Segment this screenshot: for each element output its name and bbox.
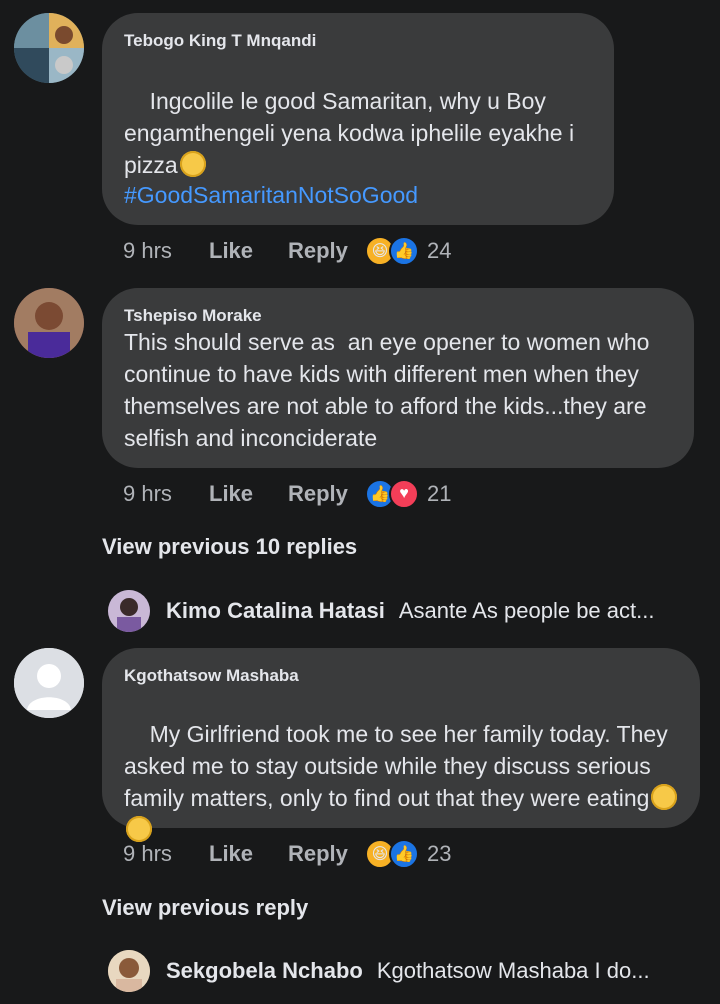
- flushed-face-emoji-icon: [179, 151, 206, 177]
- reply-button[interactable]: Reply: [288, 238, 348, 264]
- comment-author[interactable]: Tshepiso Morake: [124, 306, 262, 326]
- comment-text-body: My Girlfriend took me to see her family …: [124, 721, 675, 811]
- like-button[interactable]: Like: [209, 238, 253, 264]
- reply-preview-text: Asante As people be act...: [398, 598, 655, 623]
- comment-author[interactable]: Kgothatsow Mashaba: [124, 666, 299, 686]
- comment-actions: 9 hrs Like Reply 😆 👍 24: [123, 234, 583, 268]
- reaction-count: 24: [427, 238, 452, 263]
- crying-face-emoji-icon: [651, 784, 678, 810]
- avatar[interactable]: [14, 648, 84, 718]
- comment-author[interactable]: Tebogo King T Mnqandi: [124, 31, 316, 51]
- avatar-photo: [108, 950, 150, 992]
- reactions-summary[interactable]: 😆 👍 24: [365, 236, 451, 266]
- reactions-summary[interactable]: 👍 ♥ 21: [365, 479, 451, 509]
- avatar[interactable]: [14, 288, 84, 358]
- view-previous-replies-link[interactable]: View previous reply: [102, 895, 308, 921]
- default-avatar-icon: [14, 648, 84, 718]
- hashtag-link[interactable]: #GoodSamaritanNotSoGood: [124, 179, 594, 211]
- reactions-summary[interactable]: 😆 👍 23: [365, 839, 451, 869]
- comment-actions: 9 hrs Like Reply 😆 👍 23: [123, 837, 583, 871]
- heart-icon: ♥: [389, 479, 419, 509]
- timestamp[interactable]: 9 hrs: [123, 841, 172, 867]
- avatar[interactable]: [108, 590, 150, 632]
- avatar[interactable]: [108, 950, 150, 992]
- timestamp[interactable]: 9 hrs: [123, 481, 172, 507]
- timestamp[interactable]: 9 hrs: [123, 238, 172, 264]
- reply-button[interactable]: Reply: [288, 481, 348, 507]
- like-button[interactable]: Like: [209, 481, 253, 507]
- avatar-photo: [108, 590, 150, 632]
- comment-bubble: Tebogo King T Mnqandi Ingcolile le good …: [102, 13, 614, 225]
- comment-bubble: Tshepiso Morake This should serve as an …: [102, 288, 694, 468]
- latest-reply[interactable]: Sekgobela Nchabo Kgothatsow Mashaba I do…: [108, 950, 690, 992]
- comment-text: This should serve as an eye opener to wo…: [124, 329, 656, 451]
- reply-author[interactable]: Kimo Catalina Hatasi: [166, 598, 385, 624]
- avatar-photo: [14, 288, 84, 358]
- avatar-photo: [14, 13, 84, 83]
- view-previous-replies-link[interactable]: View previous 10 replies: [102, 534, 357, 560]
- like-button[interactable]: Like: [209, 841, 253, 867]
- thumbs-up-icon: 👍: [389, 236, 419, 266]
- reply-button[interactable]: Reply: [288, 841, 348, 867]
- reaction-count: 21: [427, 481, 452, 506]
- avatar[interactable]: [14, 13, 84, 83]
- reaction-count: 23: [427, 841, 452, 866]
- comment-bubble: Kgothatsow Mashaba My Girlfriend took me…: [102, 648, 700, 842]
- comment-actions: 9 hrs Like Reply 👍 ♥ 21: [123, 477, 583, 511]
- reply-preview-text: Kgothatsow Mashaba I do...: [376, 958, 650, 983]
- thumbs-up-icon: 👍: [389, 839, 419, 869]
- reply-author[interactable]: Sekgobela Nchabo: [166, 958, 363, 984]
- latest-reply[interactable]: Kimo Catalina Hatasi Asante As people be…: [108, 590, 690, 632]
